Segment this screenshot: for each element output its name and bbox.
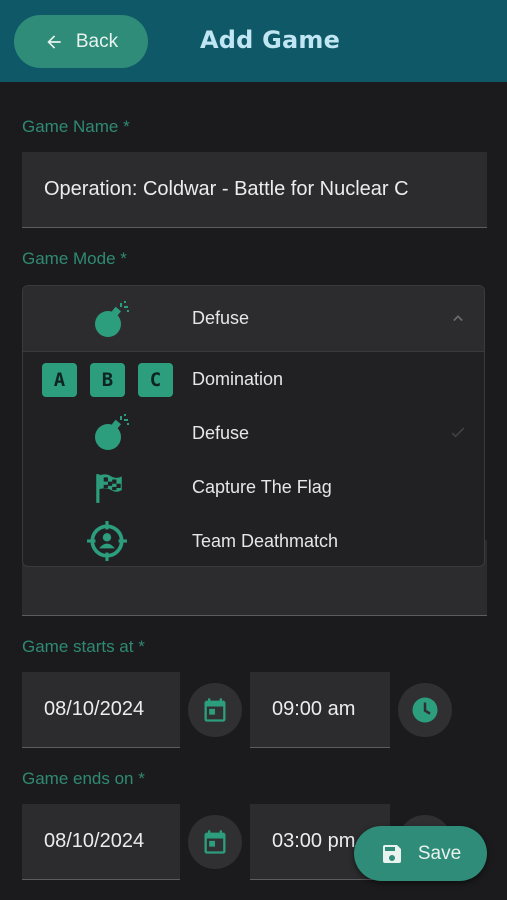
bomb-icon — [89, 298, 133, 342]
letter-b-badge: B — [90, 363, 125, 397]
calendar-icon — [204, 698, 226, 722]
option-label: Capture The Flag — [192, 477, 332, 497]
check-icon — [451, 427, 465, 438]
game-mode-dropdown[interactable]: Defuse A B C Domination Defuse Capture T… — [22, 285, 485, 567]
game-name-label: Game Name * — [22, 117, 130, 136]
page-title: Add Game — [200, 26, 341, 54]
letter-a-badge: A — [42, 363, 77, 397]
start-date-field[interactable]: 08/10/2024 — [22, 672, 180, 748]
app-header: Back Add Game — [0, 0, 507, 82]
mode-option-defuse[interactable]: Defuse — [23, 406, 484, 460]
start-date-value: 08/10/2024 — [44, 698, 145, 720]
calendar-icon — [204, 830, 226, 854]
start-time-field[interactable]: 09:00 am — [250, 672, 390, 748]
back-arrow-icon — [47, 34, 61, 49]
option-label: Domination — [192, 369, 284, 389]
save-icon — [382, 844, 401, 863]
mode-option-domination[interactable]: A B C Domination — [23, 352, 484, 406]
game-name-field[interactable]: Operation: Coldwar - Battle for Nuclear … — [22, 152, 487, 228]
flag-icon — [89, 468, 129, 508]
domination-icon: A B C — [42, 363, 173, 397]
save-label: Save — [417, 842, 462, 864]
game-name-value: Operation: Coldwar - Battle for Nuclear … — [44, 178, 409, 200]
clock-icon — [412, 697, 438, 723]
option-label: Defuse — [192, 423, 250, 443]
mode-option-team-deathmatch[interactable]: Team Deathmatch — [23, 514, 484, 566]
crosshair-icon — [85, 519, 129, 563]
bomb-icon — [89, 411, 133, 455]
start-label: Game starts at * — [22, 637, 145, 656]
save-button[interactable]: Save — [354, 826, 487, 881]
game-mode-select[interactable]: Defuse — [23, 286, 484, 352]
game-mode-label: Game Mode * — [22, 249, 127, 268]
back-button[interactable]: Back — [14, 15, 148, 68]
end-date-picker-button[interactable] — [188, 815, 242, 869]
end-label: Game ends on * — [22, 769, 145, 788]
start-date-picker-button[interactable] — [188, 683, 242, 737]
letter-c-badge: C — [138, 363, 173, 397]
start-time-value: 09:00 am — [272, 698, 356, 720]
mode-option-capture-the-flag[interactable]: Capture The Flag — [23, 460, 484, 514]
end-date-field[interactable]: 08/10/2024 — [22, 804, 180, 880]
chevron-up-icon[interactable] — [448, 308, 468, 328]
selected-mode-label: Defuse — [192, 308, 250, 328]
end-date-value: 08/10/2024 — [44, 830, 145, 852]
start-time-picker-button[interactable] — [398, 683, 452, 737]
back-label: Back — [75, 30, 119, 52]
option-label: Team Deathmatch — [192, 531, 339, 551]
